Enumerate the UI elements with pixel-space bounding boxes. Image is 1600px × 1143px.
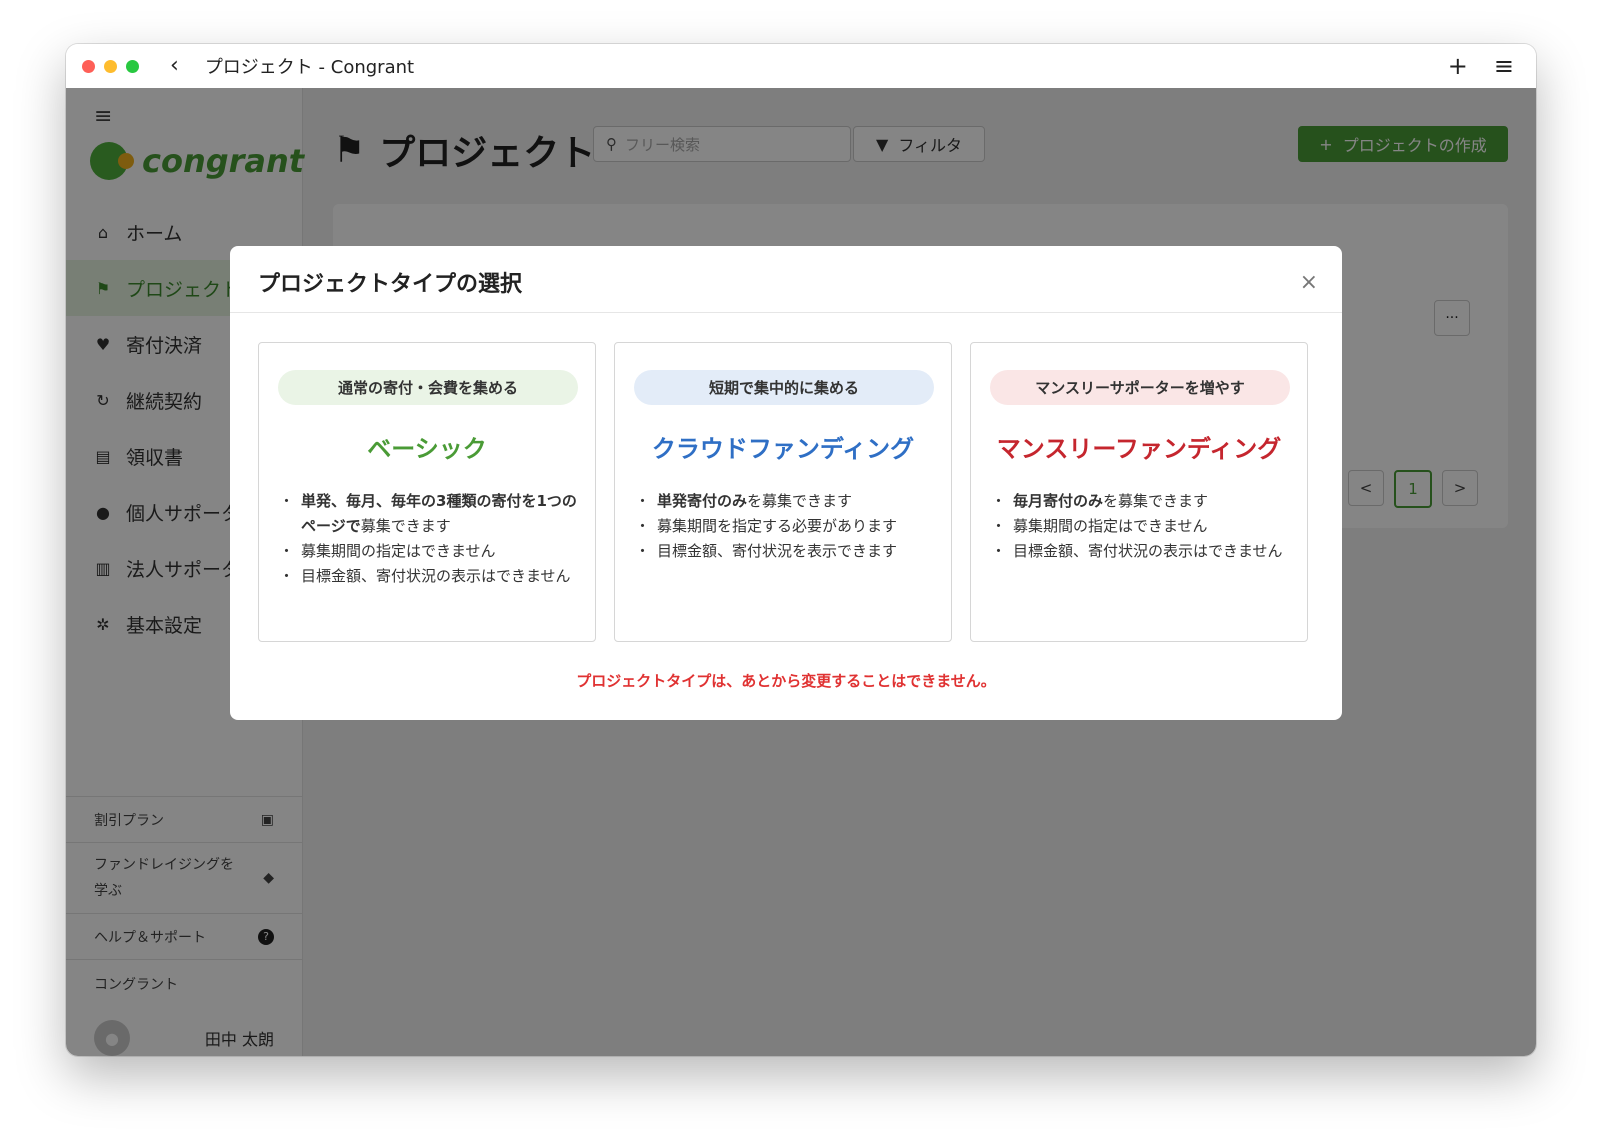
feature-item: 単発、毎月、毎年の3種類の寄付を1つのページで募集できます	[279, 489, 581, 539]
feature-bold: 単発寄付のみ	[657, 492, 748, 510]
type-tagline: 短期で集中的に集める	[634, 370, 934, 405]
feature-rest: 募集できます	[360, 517, 451, 535]
back-arrow-icon[interactable]: ‹	[170, 55, 179, 77]
feature-list: 単発寄付のみを募集できます 募集期間を指定する必要があります 目標金額、寄付状況…	[635, 489, 937, 564]
feature-rest: を募集できます	[1103, 492, 1209, 510]
project-type-modal: プロジェクトタイプの選択 × 通常の寄付・会費を集める ベーシック 単発、毎月、…	[230, 246, 1342, 720]
feature-item: 目標金額、寄付状況の表示はできません	[279, 564, 581, 589]
type-card-crowdfunding[interactable]: 短期で集中的に集める クラウドファンディング 単発寄付のみを募集できます 募集期…	[614, 342, 952, 642]
feature-item: 単発寄付のみを募集できます	[635, 489, 937, 514]
type-name: クラウドファンディング	[651, 435, 915, 463]
title-bar: ‹ プロジェクト - Congrant + ≡	[66, 44, 1536, 89]
new-tab-plus-icon[interactable]: +	[1448, 52, 1468, 80]
type-tagline: マンスリーサポーターを増やす	[990, 370, 1290, 405]
close-window-button[interactable]	[82, 59, 95, 73]
app-window: ‹ プロジェクト - Congrant + ≡ ≡ congrant ⌂ ホーム…	[66, 44, 1536, 1056]
type-card-monthly[interactable]: マンスリーサポーターを増やす マンスリーファンディング 毎月寄付のみを募集できま…	[970, 342, 1308, 642]
menu-icon[interactable]: ≡	[1494, 52, 1514, 80]
feature-bold: 毎月寄付のみ	[1013, 492, 1104, 510]
type-card-basic[interactable]: 通常の寄付・会費を集める ベーシック 単発、毎月、毎年の3種類の寄付を1つのペー…	[258, 342, 596, 642]
feature-list: 単発、毎月、毎年の3種類の寄付を1つのページで募集できます 募集期間の指定はでき…	[279, 489, 581, 589]
zoom-window-button[interactable]	[126, 59, 139, 73]
type-tagline: 通常の寄付・会費を集める	[278, 370, 578, 405]
modal-backdrop[interactable]: プロジェクトタイプの選択 × 通常の寄付・会費を集める ベーシック 単発、毎月、…	[66, 88, 1536, 1056]
feature-item: 募集期間を指定する必要があります	[635, 514, 937, 539]
feature-rest: を募集できます	[747, 492, 853, 510]
close-icon[interactable]: ×	[1300, 270, 1318, 295]
project-type-cards: 通常の寄付・会費を集める ベーシック 単発、毎月、毎年の3種類の寄付を1つのペー…	[258, 342, 1308, 642]
feature-item: 毎月寄付のみを募集できます	[991, 489, 1293, 514]
modal-title: プロジェクトタイプの選択	[258, 272, 523, 297]
feature-item: 目標金額、寄付状況を表示できます	[635, 539, 937, 564]
window-title: プロジェクト - Congrant	[204, 57, 415, 78]
type-change-warning: プロジェクトタイプは、あとから変更することはできません。	[576, 672, 996, 690]
feature-item: 目標金額、寄付状況の表示はできません	[991, 539, 1293, 564]
type-name: ベーシック	[367, 435, 487, 463]
feature-list: 毎月寄付のみを募集できます 募集期間の指定はできません 目標金額、寄付状況の表示…	[991, 489, 1293, 564]
window-controls	[82, 59, 148, 73]
feature-item: 募集期間の指定はできません	[279, 539, 581, 564]
modal-header: プロジェクトタイプの選択 ×	[230, 246, 1342, 313]
type-name: マンスリーファンディング	[996, 435, 1282, 463]
minimize-window-button[interactable]	[104, 59, 117, 73]
feature-item: 募集期間の指定はできません	[991, 514, 1293, 539]
